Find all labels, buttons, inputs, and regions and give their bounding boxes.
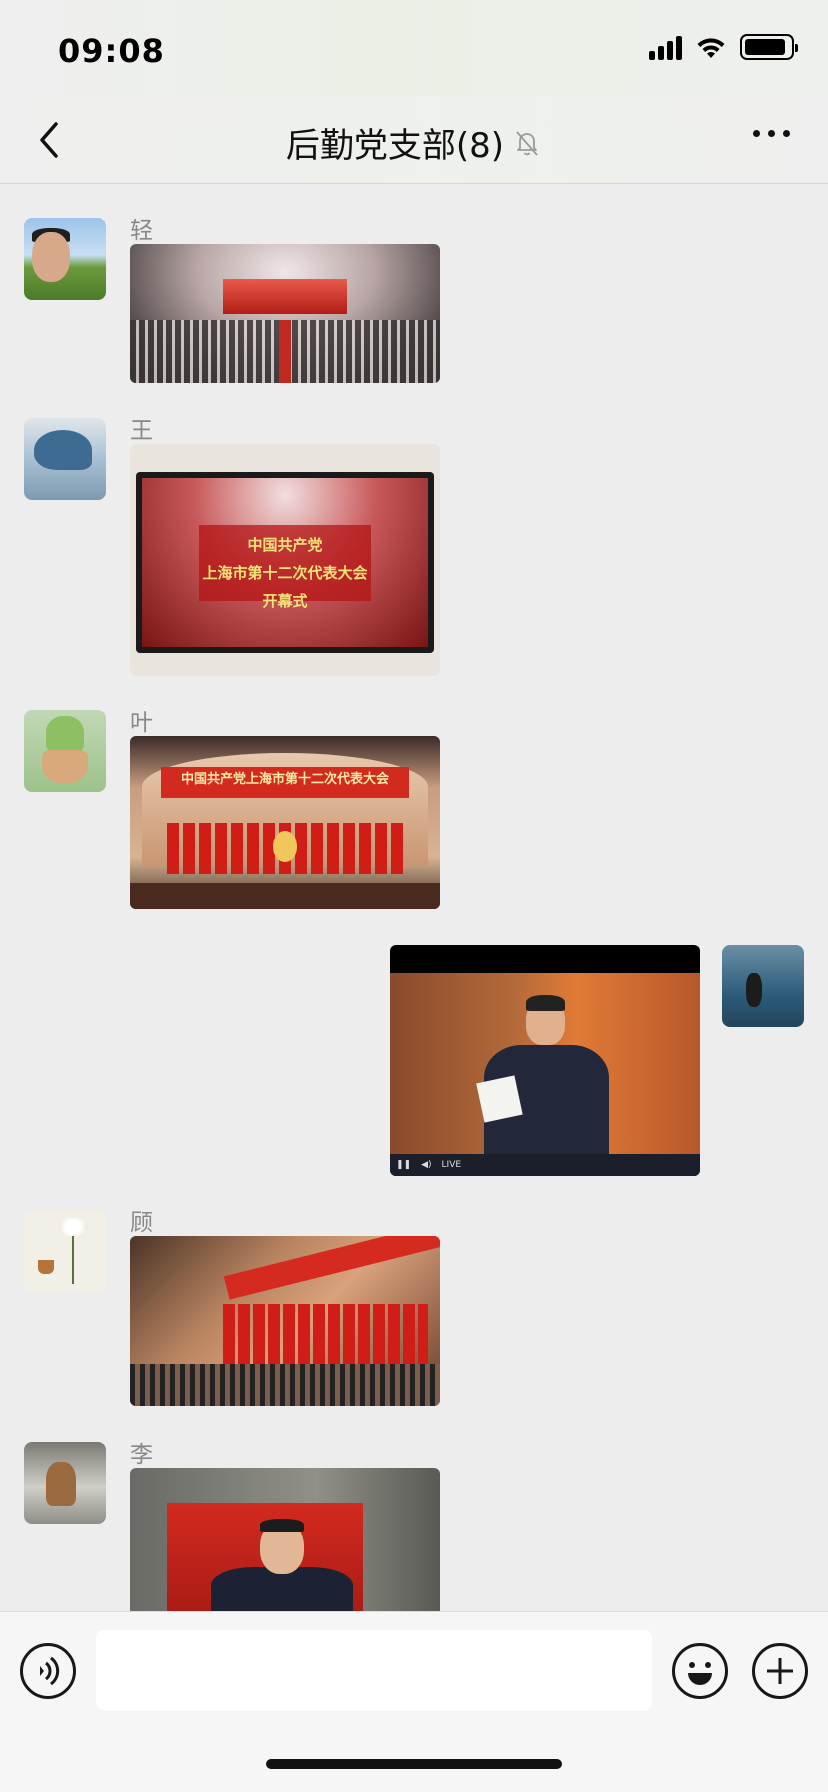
more-button[interactable]: [749, 126, 794, 141]
status-time: 09:08: [58, 32, 165, 70]
plus-button[interactable]: [752, 1643, 808, 1699]
chat-message: 李海文: [0, 185, 440, 1611]
battery-level: [745, 39, 785, 55]
home-indicator[interactable]: [266, 1759, 562, 1769]
photo-message[interactable]: 中国共产党 上海市第十二次代表大会 开幕式: [130, 444, 440, 676]
emoji-button[interactable]: [672, 1643, 728, 1699]
photo-caption: 中国共产党上海市第十二次代表大会: [161, 767, 409, 799]
photo-message[interactable]: 中国共产党上海市第十二次代表大会: [130, 736, 440, 909]
photo-caption: 中国共产党 上海市第十二次代表大会 开幕式: [199, 525, 371, 610]
voice-icon: [40, 1656, 60, 1686]
volume-icon[interactable]: ◀): [421, 1160, 431, 1170]
status-bar: 09:08: [0, 0, 828, 96]
navigation-bar: 后勤党支部(8): [0, 96, 828, 184]
photo-message[interactable]: [130, 1468, 440, 1611]
video-message[interactable]: ❚❚ ◀) LIVE: [390, 945, 700, 1176]
user-avatar-flower[interactable]: [24, 1210, 106, 1292]
bell-muted-icon: [516, 130, 538, 156]
wifi-icon: [697, 38, 725, 58]
page-title: 后勤党支部(8): [285, 126, 505, 166]
voice-button[interactable]: [20, 1643, 76, 1699]
video-controls[interactable]: ❚❚ ◀) LIVE: [390, 1154, 700, 1176]
live-label: LIVE: [441, 1160, 462, 1170]
user-avatar-dog[interactable]: [24, 1442, 106, 1524]
photo-message[interactable]: [130, 1236, 440, 1406]
wechat-group-chat-screen: 09:08 后勤党支部(8) 轻 王 中国共产党 上海市第十二次代表大会 开幕式…: [0, 0, 828, 1792]
pause-icon[interactable]: ❚❚: [396, 1160, 411, 1170]
photo-message[interactable]: [130, 244, 440, 383]
user-avatar-bunny-icecream[interactable]: [24, 710, 106, 792]
chat-message-list[interactable]: 轻轻 王珏 中国共产党 上海市第十二次代表大会 开幕式: [0, 185, 828, 1611]
emoji-icon: [688, 1662, 712, 1685]
cellular-signal-icon: [649, 34, 682, 60]
title-group: 后勤党支部(8): [0, 118, 828, 167]
message-input[interactable]: [96, 1630, 652, 1710]
user-avatar-diver[interactable]: [722, 945, 804, 1027]
status-icons: [649, 34, 798, 60]
plus-icon: [767, 1658, 793, 1684]
user-avatar-child-mural[interactable]: [24, 418, 106, 500]
more-icon: [753, 130, 760, 137]
battery-icon: [740, 34, 798, 60]
